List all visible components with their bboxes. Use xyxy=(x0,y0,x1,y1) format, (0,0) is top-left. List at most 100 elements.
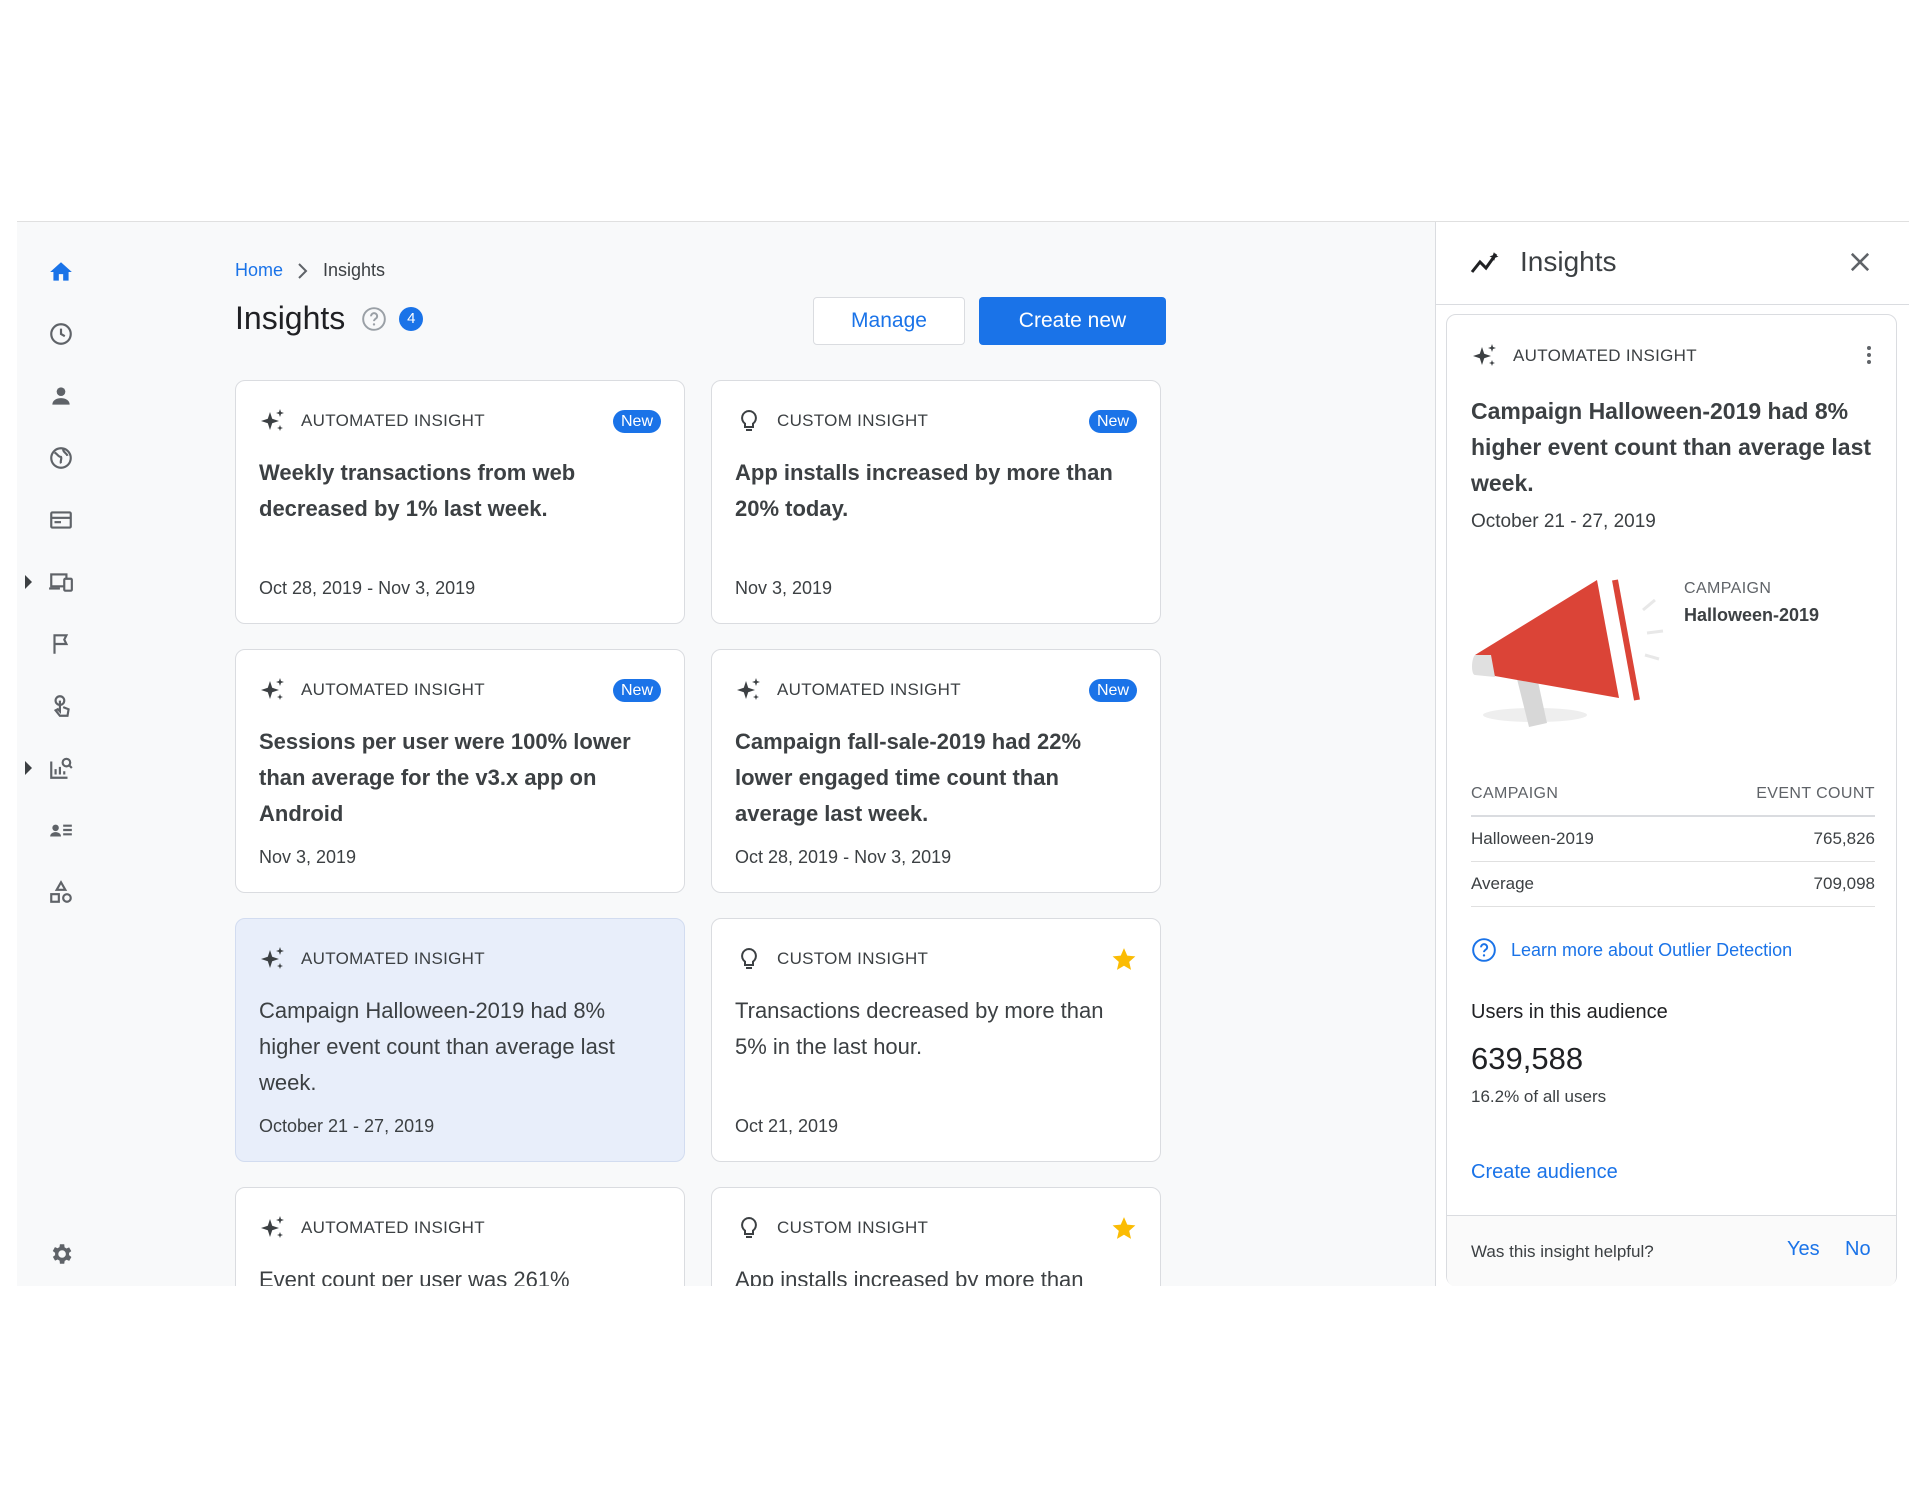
card-type-label: CUSTOM INSIGHT xyxy=(777,1218,929,1237)
nav-analysis-icon[interactable] xyxy=(25,748,81,788)
card-title: App installs increased by more than 20% … xyxy=(735,460,1113,521)
insight-card[interactable]: CUSTOM INSIGHT New App installs increase… xyxy=(711,380,1161,624)
create-audience-button[interactable]: Create audience xyxy=(1471,1161,1618,1184)
card-date: Nov 3, 2019 xyxy=(735,578,833,598)
more-vert-icon[interactable] xyxy=(1857,343,1881,367)
event-count-table: CAMPAIGN EVENT COUNT Halloween-2019 765,… xyxy=(1471,785,1875,907)
nav-globe-icon[interactable] xyxy=(41,438,81,478)
column-header-event-count: EVENT COUNT xyxy=(1756,785,1875,802)
page-title: Insights xyxy=(235,300,346,336)
breadcrumb-home-link[interactable]: Home xyxy=(235,260,283,281)
insight-card-selected[interactable]: AUTOMATED INSIGHT Campaign Halloween-201… xyxy=(235,918,685,1162)
star-icon[interactable] xyxy=(1111,1215,1137,1241)
help-icon[interactable] xyxy=(361,306,387,332)
feedback-yes-button[interactable]: Yes xyxy=(1787,1238,1820,1261)
table-row: Average 709,098 xyxy=(1471,862,1875,907)
nav-shapes-icon[interactable] xyxy=(41,872,81,912)
nav-settings-gear-icon[interactable] xyxy=(41,1234,81,1274)
card-date: October 21 - 27, 2019 xyxy=(259,1116,435,1136)
table-row: Halloween-2019 765,826 xyxy=(1471,817,1875,862)
card-title: Sessions per user were 100% lower than a… xyxy=(259,729,631,826)
nav-rail xyxy=(17,222,127,1286)
nav-audience-list-icon[interactable] xyxy=(41,810,81,850)
page-title-row: Insights 4 xyxy=(235,300,424,337)
sparkle-icon xyxy=(259,676,287,704)
card-title: Campaign fall-sale-2019 had 22% lower en… xyxy=(735,729,1082,826)
card-type-label: CUSTOM INSIGHT xyxy=(777,411,929,430)
expand-caret-icon xyxy=(25,575,32,589)
nav-touch-icon[interactable] xyxy=(41,686,81,726)
help-circle-icon xyxy=(1471,937,1497,963)
insights-trend-icon xyxy=(1470,248,1504,278)
new-badge: New xyxy=(612,409,661,433)
learn-more-text: Learn more about Outlier Detection xyxy=(1511,939,1793,960)
insight-card[interactable]: AUTOMATED INSIGHT New Campaign fall-sale… xyxy=(711,649,1161,893)
learn-more-link[interactable]: Learn more about Outlier Detection xyxy=(1471,937,1792,963)
sparkle-icon xyxy=(259,407,287,435)
card-title: Weekly transactions from web decreased b… xyxy=(259,460,576,521)
card-type-label: CUSTOM INSIGHT xyxy=(777,949,929,968)
expand-caret-icon xyxy=(25,761,32,775)
feedback-no-button[interactable]: No xyxy=(1845,1238,1871,1261)
feedback-question: Was this insight helpful? xyxy=(1471,1242,1654,1261)
insight-count-badge: 4 xyxy=(399,306,424,331)
nav-home-icon[interactable] xyxy=(41,252,81,292)
lightbulb-icon xyxy=(735,945,763,973)
card-type-label: AUTOMATED INSIGHT xyxy=(301,411,485,430)
nav-browser-window-icon[interactable] xyxy=(41,500,81,540)
breadcrumb-current: Insights xyxy=(323,260,386,280)
detail-date: October 21 - 27, 2019 xyxy=(1471,511,1656,532)
card-date: Oct 28, 2019 - Nov 3, 2019 xyxy=(735,847,952,867)
chevron-right-icon xyxy=(295,262,311,280)
nav-devices-icon[interactable] xyxy=(25,562,81,602)
megaphone-illustration xyxy=(1465,575,1665,750)
new-badge: New xyxy=(1088,678,1137,702)
card-date: Nov 3, 2019 xyxy=(259,847,357,867)
card-title: Transactions decreased by more than 5% i… xyxy=(735,998,1104,1059)
new-badge: New xyxy=(1088,409,1137,433)
sparkle-icon xyxy=(735,676,763,704)
sparkle-icon xyxy=(1471,342,1499,370)
row-name: Halloween-2019 xyxy=(1471,829,1594,848)
card-title: App installs increased by more than xyxy=(735,1267,1084,1286)
create-new-button[interactable]: Create new xyxy=(979,297,1166,345)
insights-app: Home Insights Insights 4 Manage Create n… xyxy=(17,221,1909,1286)
audience-label: Users in this audience xyxy=(1471,1001,1668,1023)
card-date: Oct 28, 2019 - Nov 3, 2019 xyxy=(259,578,476,598)
sparkle-icon xyxy=(259,1214,287,1242)
manage-button[interactable]: Manage xyxy=(813,297,965,345)
insight-card[interactable]: AUTOMATED INSIGHT Event count per user w… xyxy=(235,1187,685,1286)
nav-flag-icon[interactable] xyxy=(41,624,81,664)
table-header: CAMPAIGN EVENT COUNT xyxy=(1471,785,1875,817)
insight-card[interactable]: AUTOMATED INSIGHT New Sessions per user … xyxy=(235,649,685,893)
row-value: 709,098 xyxy=(1813,874,1875,893)
star-icon[interactable] xyxy=(1111,946,1137,972)
audience-percentage: 16.2% of all users xyxy=(1471,1087,1607,1106)
card-type-label: AUTOMATED INSIGHT xyxy=(777,680,961,699)
campaign-label: CAMPAIGN xyxy=(1684,580,1772,597)
insight-card[interactable]: AUTOMATED INSIGHT New Weekly transaction… xyxy=(235,380,685,624)
panel-header: Insights xyxy=(1436,222,1909,305)
card-title: Event count per user was 261% xyxy=(259,1267,570,1286)
audience-value: 639,588 xyxy=(1471,1041,1584,1076)
breadcrumb: Home Insights xyxy=(235,260,385,281)
panel-title: Insights xyxy=(1520,246,1617,277)
lightbulb-icon xyxy=(735,1214,763,1242)
close-icon[interactable] xyxy=(1846,248,1874,276)
insight-detail-panel: Insights AUTOMATED INSIGHT Campaign Hall… xyxy=(1435,222,1909,1286)
insight-detail-card: AUTOMATED INSIGHT Campaign Halloween-201… xyxy=(1446,314,1897,1286)
detail-type-label: AUTOMATED INSIGHT xyxy=(1513,346,1697,365)
sparkle-icon xyxy=(259,945,287,973)
row-value: 765,826 xyxy=(1813,829,1875,848)
feedback-bar: Was this insight helpful? Yes No xyxy=(1447,1215,1896,1286)
insight-card[interactable]: CUSTOM INSIGHT Transactions decreased by… xyxy=(711,918,1161,1162)
column-header-campaign: CAMPAIGN xyxy=(1471,785,1559,802)
card-type-label: AUTOMATED INSIGHT xyxy=(301,680,485,699)
row-name: Average xyxy=(1471,874,1535,893)
nav-realtime-clock-icon[interactable] xyxy=(41,314,81,354)
lightbulb-icon xyxy=(735,407,763,435)
nav-user-icon[interactable] xyxy=(41,376,81,416)
insight-card[interactable]: CUSTOM INSIGHT App installs increased by… xyxy=(711,1187,1161,1286)
card-type-label: AUTOMATED INSIGHT xyxy=(301,1218,485,1237)
new-badge: New xyxy=(612,678,661,702)
